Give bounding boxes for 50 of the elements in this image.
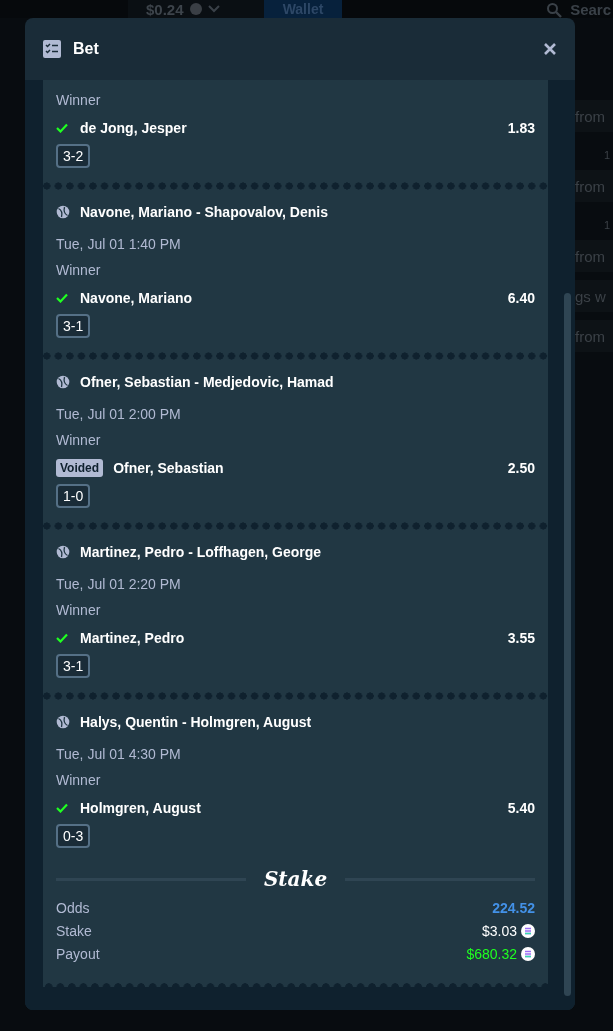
market-label: Winner [56,91,102,110]
tennis-ball-icon [56,375,70,389]
tennis-ball-icon [56,205,70,219]
coin-icon [521,923,535,938]
checklist-icon [43,40,61,58]
selection-name: Ofner, Sebastian [113,460,224,476]
match-title: Martinez, Pedro - Loffhagen, George [80,544,322,560]
summary-value: 224.52 [492,899,535,916]
brand-logo: Stake [263,867,328,891]
market-label: Winner [56,771,102,790]
market-label: Winner [56,261,102,280]
voided-badge: Voided [56,459,104,477]
selection-name: Holmgren, August [80,800,201,816]
tennis-ball-icon [56,545,70,559]
market-label: Winner [56,601,102,620]
match-title: Halys, Quentin - Holmgren, August [80,714,312,730]
selection-odds: 6.40 [507,290,535,306]
chevron-down-icon[interactable] [207,5,220,13]
score-badge: 0-3 [56,824,91,848]
close-icon[interactable] [543,42,557,56]
match-title: Navone, Mariano - Shapovalov, Denis [80,204,328,220]
score-badge: 3-1 [56,654,91,678]
selection-odds: 5.40 [507,800,535,816]
match-title: Ofner, Sebastian - Medjedovic, Hamad [80,374,334,390]
selection-odds: 2.50 [507,460,535,476]
summary-value: $3.03 [481,922,517,939]
summary-value: $680.32 [466,945,517,962]
summary-label: Payout [56,945,100,962]
search-icon[interactable] [546,1,563,18]
summary-label: Odds [56,899,90,916]
score-badge: 1-0 [56,484,91,508]
summary-label: Stake [56,922,92,939]
match-date: Tue, Jul 01 4:30 PM [56,745,182,764]
selection-odds: 3.55 [507,630,535,646]
match-date: Tue, Jul 01 1:40 PM [56,235,182,254]
tennis-ball-icon [56,715,70,729]
score-badge: 3-1 [56,314,91,338]
modal-title: Bet [73,40,99,58]
coin-icon [189,3,202,15]
score-badge: 3-2 [56,144,91,168]
match-date: Tue, Jul 01 2:00 PM [56,405,182,424]
selection-name: Navone, Mariano [80,290,193,306]
match-date: Tue, Jul 01 2:20 PM [56,575,182,594]
coin-icon [521,946,535,961]
search-label[interactable]: Searc [570,1,611,18]
selection-name: de Jong, Jesper [80,120,187,136]
market-label: Winner [56,431,102,450]
selection-name: Martinez, Pedro [80,630,185,646]
balance-amount: $0.24 [146,0,184,18]
selection-odds: 1.83 [507,120,535,136]
